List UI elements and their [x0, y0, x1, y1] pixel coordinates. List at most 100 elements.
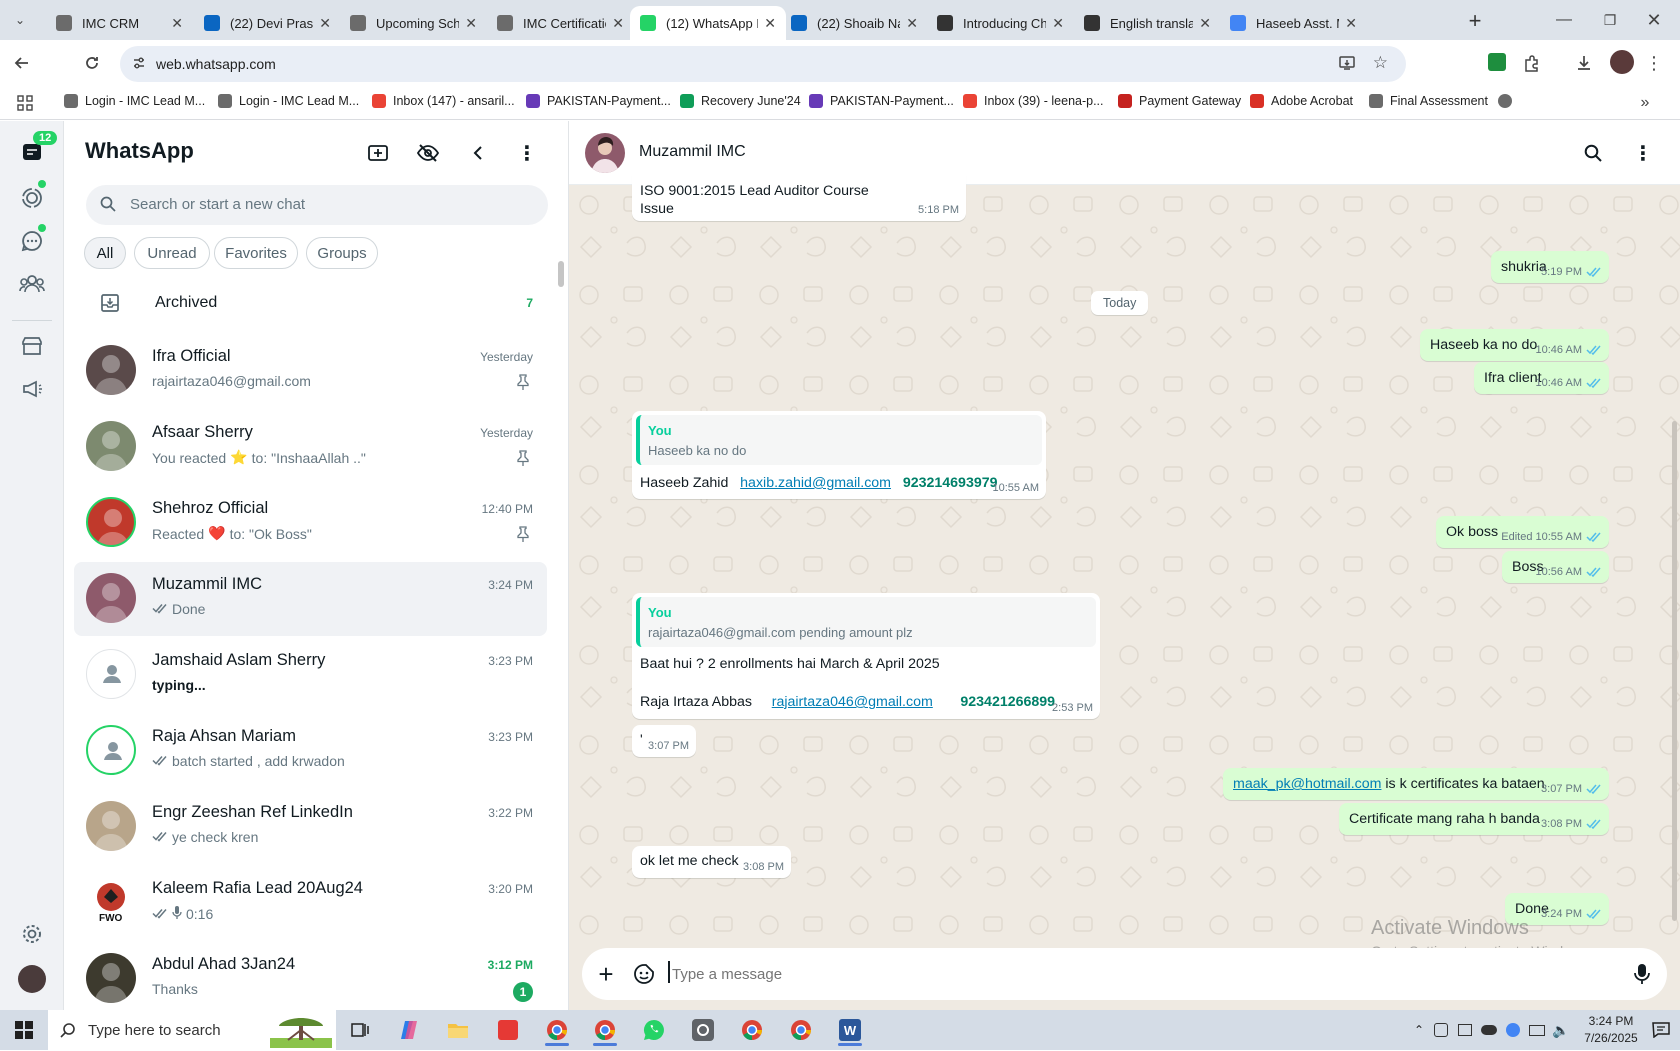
status-icon[interactable]	[19, 180, 46, 211]
message-incoming-reply[interactable]: You rajairtaza046@gmail.com pending amou…	[632, 593, 1100, 719]
browser-tab[interactable]: (22) Devi Prasad ✕	[194, 6, 341, 40]
message-outgoing[interactable]: Certificate mang raha h banda 3:08 PM	[1339, 803, 1609, 835]
message-outgoing[interactable]: Haseeb ka no do 10:46 AM	[1420, 329, 1609, 361]
filter-all[interactable]: All	[84, 237, 126, 269]
attach-plus-icon[interactable]: +	[592, 959, 620, 989]
bookmark-item[interactable]: Inbox (39) - leena-p...	[963, 94, 1104, 108]
contact-avatar[interactable]	[585, 133, 625, 173]
message-incoming[interactable]: ok let me check 3:08 PM	[632, 846, 791, 878]
bookmark-item[interactable]: Login - IMC Lead M...	[64, 94, 205, 108]
site-info-icon[interactable]	[132, 56, 146, 73]
bookmark-item[interactable]: Final Assessment	[1369, 94, 1488, 108]
tab-close-icon[interactable]: ✕	[764, 15, 776, 32]
message-outgoing[interactable]: Ifra client 10:46 AM	[1474, 362, 1609, 394]
browser-tab[interactable]: (22) Shoaib Naw ✕	[781, 6, 928, 40]
tray-cloud-icon[interactable]	[1478, 1014, 1500, 1046]
hide-eye-icon[interactable]	[414, 139, 442, 167]
browser-tab[interactable]: Upcoming Sche ✕	[340, 6, 487, 40]
voice-mic-icon[interactable]	[1628, 960, 1656, 988]
bookmark-item[interactable]: Recovery June'24	[680, 94, 801, 108]
chat-list-item[interactable]: Jamshaid Aslam Sherry 3:23 PM typing...	[74, 638, 547, 712]
new-chat-icon[interactable]	[364, 139, 392, 167]
extension-green-icon[interactable]	[1486, 51, 1508, 73]
tray-chevron-icon[interactable]: ⌃	[1408, 1014, 1430, 1046]
message-incoming[interactable]: ' 3:07 PM	[632, 725, 696, 757]
message-incoming-reply[interactable]: You Haseeb ka no do Haseeb Zahid haxib.z…	[632, 411, 1046, 499]
browser-tab[interactable]: English translati ✕	[1074, 6, 1221, 40]
app-red-icon[interactable]	[488, 1014, 528, 1046]
chrome-icon-3[interactable]	[781, 1014, 821, 1046]
filter-groups[interactable]: Groups	[306, 237, 378, 269]
contact-name[interactable]: Muzammil IMC	[639, 143, 746, 161]
chat-list-item[interactable]: Abdul Ahad 3Jan24 3:12 PM Thanks 1	[74, 942, 547, 1010]
chat-list-item[interactable]: FWO Kaleem Rafia Lead 20Aug24 3:20 PM 0:16	[74, 866, 547, 940]
channels-icon[interactable]	[19, 224, 46, 254]
tab-close-icon[interactable]: ✕	[1199, 15, 1211, 32]
chat-list-item[interactable]: Muzammil IMC 3:24 PM Done	[74, 562, 547, 636]
conversation-scrollbar[interactable]	[1672, 421, 1677, 921]
filter-favorites[interactable]: Favorites	[214, 237, 298, 269]
clock[interactable]: 3:24 PM 7/26/2025	[1580, 1013, 1642, 1047]
extensions-icon[interactable]	[1520, 51, 1544, 75]
message-outgoing[interactable]: shukria 5:19 PM	[1491, 251, 1609, 283]
windows-start-icon[interactable]	[4, 1014, 44, 1046]
clock-app-icon[interactable]	[683, 1014, 723, 1046]
collapse-chevron-icon[interactable]	[464, 139, 492, 167]
message-outgoing[interactable]: maak_pk@hotmail.com is k certificates ka…	[1223, 768, 1609, 800]
email-link[interactable]: haxib.zahid@gmail.com	[740, 475, 891, 491]
message-outgoing[interactable]: Ok boss Edited 10:55 AM	[1436, 516, 1609, 548]
volume-icon[interactable]: 🔈	[1550, 1014, 1572, 1046]
bookmark-item[interactable]: Payment Gateway	[1118, 94, 1241, 108]
tab-close-icon[interactable]: ✕	[465, 15, 477, 32]
message-incoming[interactable]: ISO 9001:2015 Lead Auditor Course Issue …	[632, 175, 966, 221]
tab-close-icon[interactable]: ✕	[906, 15, 918, 32]
phone-link[interactable]: 923214693979	[903, 475, 998, 491]
filter-unread[interactable]: Unread	[134, 237, 210, 269]
copilot-icon[interactable]	[390, 1014, 430, 1046]
search-in-chat-icon[interactable]	[1579, 139, 1607, 167]
whatsapp-taskbar-icon[interactable]	[634, 1014, 674, 1046]
task-view-icon[interactable]	[340, 1014, 380, 1046]
email-link[interactable]: maak_pk@hotmail.com	[1233, 776, 1381, 792]
chatlist-scrollbar[interactable]	[558, 261, 564, 287]
profile-avatar[interactable]	[1610, 50, 1634, 74]
restore-icon[interactable]: ❐	[1596, 8, 1624, 32]
chatlist-menu-icon[interactable]: ⋮	[513, 139, 541, 167]
message-outgoing[interactable]: Boss 10:56 AM	[1502, 551, 1609, 583]
communities-icon[interactable]	[19, 271, 45, 297]
chats-icon[interactable]: 12	[19, 131, 58, 165]
chrome-icon-active[interactable]	[537, 1014, 577, 1046]
conversation-menu-icon[interactable]: ⋮	[1629, 139, 1657, 167]
bookmark-icon-only[interactable]	[1498, 94, 1519, 108]
close-window-icon[interactable]: ✕	[1640, 8, 1668, 32]
browser-tab[interactable]: Haseeb Asst. Ma ✕	[1220, 6, 1367, 40]
bookmark-item[interactable]: PAKISTAN-Payment...	[809, 94, 954, 108]
phone-link[interactable]: 923421266899	[960, 694, 1055, 710]
word-icon[interactable]: W	[830, 1014, 870, 1046]
tab-close-icon[interactable]: ✕	[1345, 15, 1357, 32]
browser-menu-icon[interactable]: ⋮	[1642, 51, 1666, 75]
more-bookmarks-icon[interactable]: »	[1634, 92, 1656, 114]
chrome-profile-icon[interactable]	[585, 1014, 625, 1046]
network-icon[interactable]	[1526, 1014, 1548, 1046]
downloads-icon[interactable]	[1572, 51, 1596, 75]
notifications-icon[interactable]	[1646, 1014, 1676, 1046]
browser-tab[interactable]: (12) WhatsApp B ✕	[630, 6, 786, 40]
chat-list-item[interactable]: Afsaar Sherry Yesterday You reacted ⭐ to: "I…	[74, 410, 547, 484]
archived-row[interactable]: Archived 7	[74, 279, 547, 327]
apps-grid-icon[interactable]	[14, 92, 36, 114]
tab-close-icon[interactable]: ✕	[1052, 15, 1064, 32]
browser-tab[interactable]: Introducing Cha ✕	[927, 6, 1074, 40]
bookmark-item[interactable]: PAKISTAN-Payment...	[526, 94, 671, 108]
email-link[interactable]: rajairtaza046@gmail.com	[772, 694, 933, 710]
browser-tab[interactable]: IMC CRM ✕	[46, 6, 193, 40]
back-icon[interactable]	[8, 49, 36, 77]
tray-app-icon-1[interactable]	[1430, 1014, 1452, 1046]
bookmark-star-icon[interactable]: ☆	[1373, 53, 1388, 73]
new-tab-button[interactable]: +	[1462, 8, 1488, 34]
search-box[interactable]: Search or start a new chat	[86, 185, 548, 225]
bookmark-item[interactable]: Login - IMC Lead M...	[218, 94, 359, 108]
my-profile-avatar[interactable]	[18, 965, 46, 993]
advertise-icon[interactable]	[19, 376, 45, 402]
browser-tab[interactable]: IMC Certificatior ✕	[487, 6, 634, 40]
